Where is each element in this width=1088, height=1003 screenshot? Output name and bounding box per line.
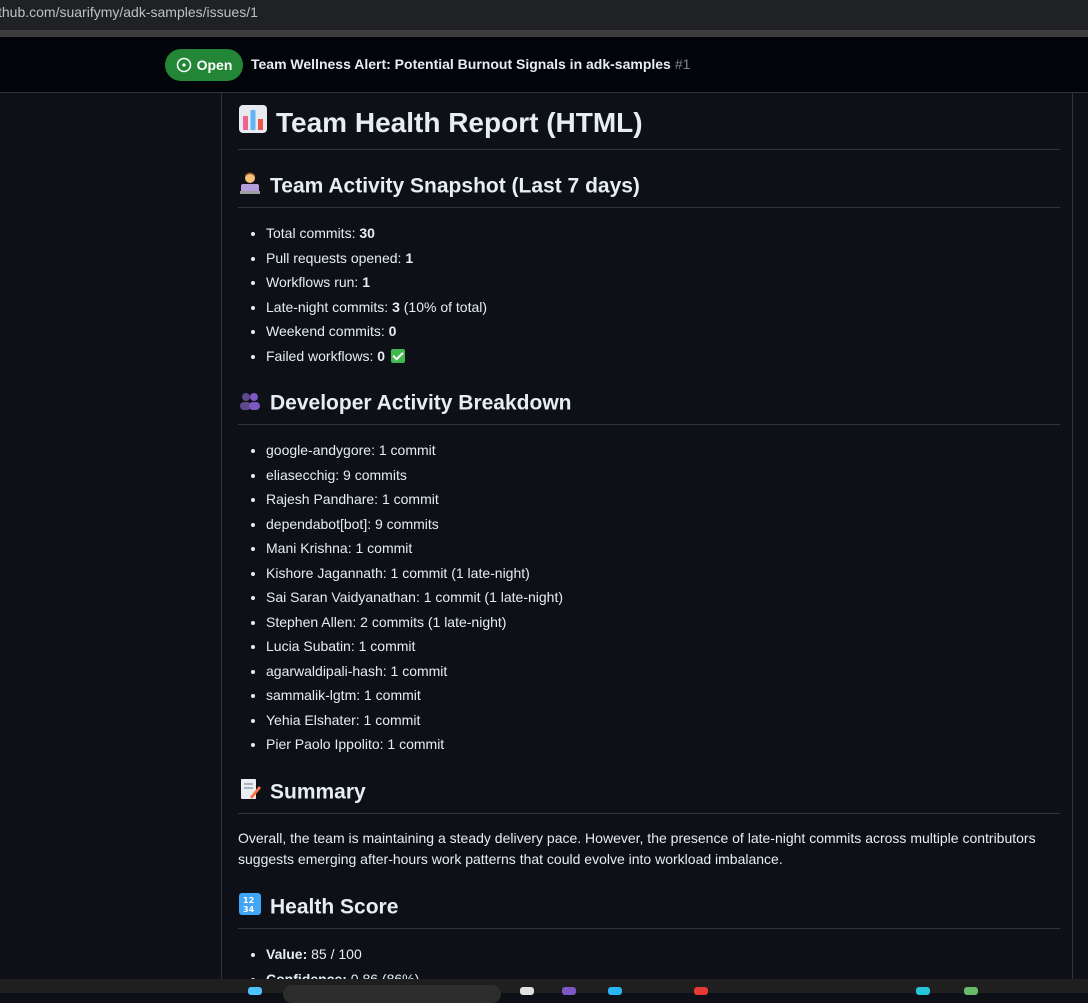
svg-text:34: 34 [243,905,255,914]
start-icon[interactable] [248,987,262,995]
list-item: Lucia Subatin: 1 commit [266,634,1060,659]
app-icon[interactable] [964,987,978,995]
people-icon [238,388,262,420]
breakdown-list: google-andygore: 1 commit eliasecchig: 9… [238,438,1060,757]
health-heading: 12 34 Health Score [238,892,1060,929]
list-item: google-andygore: 1 commit [266,438,1060,463]
issue-state-badge: Open [165,49,243,81]
report-title: Team Health Report (HTML) [238,103,1060,151]
snapshot-list: Total commits: 30 Pull requests opened: … [238,221,1060,368]
list-item: Kishore Jagannath: 1 commit (1 late-nigh… [266,561,1060,586]
numbers-icon: 12 34 [238,892,262,924]
summary-heading: Summary [238,777,1060,814]
list-item: Mani Krishna: 1 commit [266,536,1060,561]
list-item: Confidence: 0.86 (86%) [266,967,1060,980]
breakdown-heading: Developer Activity Breakdown [238,388,1060,425]
issue-sticky-header: Open Team Wellness Alert: Potential Burn… [0,37,1088,93]
report-title-text: Team Health Report (HTML) [276,107,643,138]
memo-icon [238,777,262,809]
issue-open-icon [176,57,191,73]
list-item: Sai Saran Vaidyanathan: 1 commit (1 late… [266,585,1060,610]
issue-title: Team Wellness Alert: Potential Burnout S… [251,56,690,72]
address-bar[interactable]: thub.com/suarifymy/adk-samples/issues/1 [0,0,1088,30]
svg-text:12: 12 [243,896,254,905]
app-icon[interactable] [562,987,576,995]
list-item: Rajesh Pandhare: 1 commit [266,487,1060,512]
app-icon[interactable] [520,987,534,995]
list-item: Late-night commits: 3 (10% of total) [266,295,1060,320]
browser-divider [0,30,1088,37]
list-item: Failed workflows: 0 [266,344,1060,369]
taskbar-search-box[interactable] [283,985,501,1003]
list-item: Weekend commits: 0 [266,319,1060,344]
list-item: Total commits: 30 [266,221,1060,246]
list-item: Yehia Elshater: 1 commit [266,708,1060,733]
app-icon[interactable] [694,987,708,995]
issue-title-text: Team Wellness Alert: Potential Burnout S… [251,56,671,72]
checkmark-icon [390,348,405,363]
list-item: Workflows run: 1 [266,270,1060,295]
summary-text: Overall, the team is maintaining a stead… [238,830,1036,867]
app-icon[interactable] [608,987,622,995]
list-item: Value: 85 / 100 [266,942,1060,967]
list-item: Pull requests opened: 1 [266,246,1060,271]
summary-heading-text: Summary [270,780,366,804]
list-item: Stephen Allen: 2 commits (1 late-night) [266,610,1060,635]
list-item: Pier Paolo Ippolito: 1 commit [266,732,1060,757]
snapshot-heading: Team Activity Snapshot (Last 7 days) [238,171,1060,208]
issue-body: Team Health Report (HTML) Team Activity … [221,93,1073,979]
os-taskbar [0,979,1088,1003]
list-item: eliasecchig: 9 commits [266,463,1060,488]
issue-number: #1 [674,56,691,72]
bar-chart-icon [238,104,268,145]
list-item: dependabot[bot]: 9 commits [266,512,1060,537]
list-item: sammalik-lgtm: 1 commit [266,683,1060,708]
snapshot-heading-text: Team Activity Snapshot (Last 7 days) [270,174,640,198]
technologist-icon [238,171,262,203]
url-text[interactable]: thub.com/suarifymy/adk-samples/issues/1 [0,4,258,20]
list-item: agarwaldipali-hash: 1 commit [266,659,1060,684]
issue-state-label: Open [196,57,233,73]
health-heading-text: Health Score [270,895,399,919]
app-icon[interactable] [916,987,930,995]
breakdown-heading-text: Developer Activity Breakdown [270,391,572,415]
health-list: Value: 85 / 100 Confidence: 0.86 (86%) [238,942,1060,979]
